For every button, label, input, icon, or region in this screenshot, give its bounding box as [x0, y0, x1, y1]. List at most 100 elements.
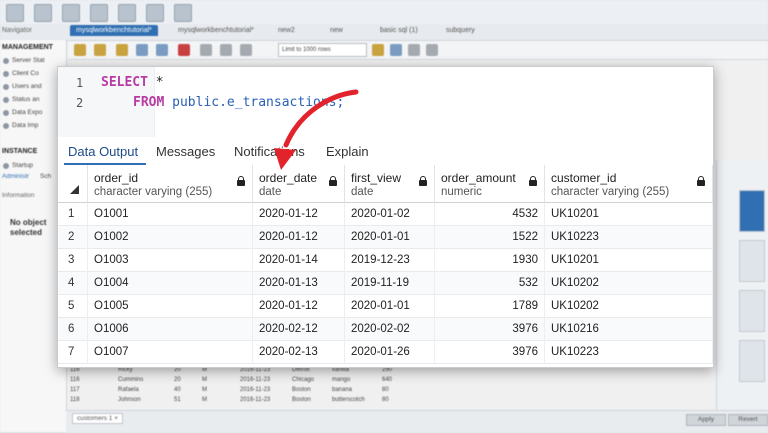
table-cell[interactable]: UK10202: [545, 295, 713, 318]
background-result-row[interactable]: 117 Rafaela 40 M 2016-11-23 Boston banana 80: [70, 387, 400, 396]
invisible-chars-icon[interactable]: [408, 44, 420, 56]
sidebar-item-data-export[interactable]: Data Expo: [12, 109, 42, 116]
table-row[interactable]: 7 O1007 2020-02-13 2020-01-26 3976 UK10223: [58, 341, 713, 364]
table-row[interactable]: 3 O1003 2020-01-14 2019-12-23 1930 UK10201: [58, 249, 713, 272]
sidebar-tab-schemas[interactable]: Sch: [40, 173, 51, 180]
table-cell[interactable]: 2020-02-13: [253, 341, 345, 364]
background-result-row[interactable]: 116 Cummins 20 M 2016-11-23 Chicago mango 640: [70, 377, 400, 386]
tab-messages[interactable]: Messages: [156, 144, 215, 159]
table-cell[interactable]: 2020-01-26: [345, 341, 435, 364]
toolbar-icon[interactable]: [62, 4, 80, 22]
tab-customers-result[interactable]: customers 1 ×: [72, 413, 124, 424]
table-cell[interactable]: 2019-12-23: [345, 249, 435, 272]
tab-data-output[interactable]: Data Output: [68, 144, 138, 159]
table-cell[interactable]: 1930: [435, 249, 545, 272]
table-cell[interactable]: O1005: [88, 295, 253, 318]
table-cell[interactable]: UK10201: [545, 249, 713, 272]
snippets-tab[interactable]: [739, 240, 765, 282]
table-cell[interactable]: 2020-01-12: [253, 203, 345, 226]
sql-editor[interactable]: 1 2 SELECT * FROM public.e_transactions;: [58, 67, 713, 138]
background-result-row[interactable]: 118 Johnson 51 M 2016-11-23 Boston butterscotc…: [70, 397, 400, 406]
table-cell[interactable]: 532: [435, 272, 545, 295]
table-row[interactable]: 1 O1001 2020-01-12 2020-01-02 4532 UK10201: [58, 203, 713, 226]
execution-plan-tab[interactable]: [739, 340, 765, 382]
table-row[interactable]: 5 O1005 2020-01-12 2020-01-01 1789 UK10202: [58, 295, 713, 318]
table-cell[interactable]: 2020-01-12: [253, 295, 345, 318]
toggle-icon[interactable]: [220, 44, 232, 56]
table-cell[interactable]: 2020-02-12: [253, 318, 345, 341]
select-all-corner[interactable]: [58, 165, 88, 203]
execute-icon[interactable]: [116, 44, 128, 56]
column-header-order-id[interactable]: order_id character varying (255): [88, 165, 253, 203]
tab-editor-6[interactable]: subquery: [446, 27, 475, 34]
column-header-customer-id[interactable]: customer_id character varying (255): [545, 165, 713, 203]
explain-icon[interactable]: [156, 44, 168, 56]
context-help-tab[interactable]: [739, 190, 765, 232]
toolbar-icon[interactable]: [34, 4, 52, 22]
tab-editor-4[interactable]: new: [330, 27, 343, 34]
revert-button[interactable]: Revert: [728, 414, 768, 426]
table-row[interactable]: 6 O1006 2020-02-12 2020-02-02 3976 UK10216: [58, 318, 713, 341]
sidebar-tab-administration[interactable]: Administr: [2, 173, 29, 180]
tab-editor-3[interactable]: new2: [278, 27, 295, 34]
sidebar-item-status[interactable]: Status an: [12, 96, 39, 103]
column-header-order-date[interactable]: order_date date: [253, 165, 345, 203]
search-icon[interactable]: [390, 44, 402, 56]
table-cell[interactable]: 2020-01-14: [253, 249, 345, 272]
table-cell[interactable]: 2020-01-12: [253, 226, 345, 249]
table-cell[interactable]: UK10223: [545, 341, 713, 364]
tab-editor-5[interactable]: basic sql (1): [380, 27, 418, 34]
sql-line-1[interactable]: SELECT *: [101, 75, 164, 90]
table-cell[interactable]: 4532: [435, 203, 545, 226]
table-cell[interactable]: O1002: [88, 226, 253, 249]
table-cell[interactable]: 2020-02-02: [345, 318, 435, 341]
sidebar-item-client-connections[interactable]: Client Co: [12, 70, 39, 77]
table-cell[interactable]: UK10201: [545, 203, 713, 226]
stop-icon[interactable]: [178, 44, 190, 56]
table-cell[interactable]: 3976: [435, 341, 545, 364]
table-cell[interactable]: 2020-01-02: [345, 203, 435, 226]
execute-current-icon[interactable]: [136, 44, 148, 56]
tab-notifications[interactable]: Notifications: [234, 144, 305, 159]
query-stats-tab[interactable]: [739, 290, 765, 332]
table-cell[interactable]: 2019-11-19: [345, 272, 435, 295]
apply-button[interactable]: Apply: [686, 414, 726, 426]
toolbar-icon[interactable]: [146, 4, 164, 22]
toggle-icon[interactable]: [200, 44, 212, 56]
column-header-order-amount[interactable]: order_amount numeric: [435, 165, 545, 203]
table-cell[interactable]: 2020-01-13: [253, 272, 345, 295]
table-cell[interactable]: O1006: [88, 318, 253, 341]
table-cell[interactable]: UK10216: [545, 318, 713, 341]
limit-rows-select[interactable]: Limit to 1000 rows: [278, 43, 367, 57]
table-cell[interactable]: 2020-01-01: [345, 226, 435, 249]
table-cell[interactable]: O1004: [88, 272, 253, 295]
open-file-icon[interactable]: [74, 44, 86, 56]
beautify-icon[interactable]: [372, 44, 384, 56]
toggle-icon[interactable]: [240, 44, 252, 56]
sql-line-2[interactable]: FROM public.e_transactions;: [133, 95, 344, 110]
column-header-first-view[interactable]: first_view date: [345, 165, 435, 203]
table-cell[interactable]: 3976: [435, 318, 545, 341]
table-cell[interactable]: O1007: [88, 341, 253, 364]
tab-editor-1[interactable]: mysqlworkbenchtutorial*: [70, 25, 158, 36]
table-cell[interactable]: 2020-01-01: [345, 295, 435, 318]
table-cell[interactable]: O1001: [88, 203, 253, 226]
tab-editor-2[interactable]: mysqlworkbenchtutorial*: [178, 27, 254, 34]
sidebar-item-users[interactable]: Users and: [12, 83, 42, 90]
background-result-row[interactable]: 116 Ricky 20 M 2016-11-23 Detroit vanilla 290: [70, 367, 400, 376]
table-cell[interactable]: 1789: [435, 295, 545, 318]
sidebar-item-server-status[interactable]: Server Stat: [12, 57, 45, 64]
table-cell[interactable]: UK10223: [545, 226, 713, 249]
toolbar-icon[interactable]: [174, 4, 192, 22]
toolbar-icon[interactable]: [6, 4, 24, 22]
save-icon[interactable]: [94, 44, 106, 56]
sidebar-item-data-import[interactable]: Data Imp: [12, 122, 38, 129]
table-cell[interactable]: UK10202: [545, 272, 713, 295]
wrap-icon[interactable]: [426, 44, 438, 56]
table-cell[interactable]: O1003: [88, 249, 253, 272]
sidebar-item-startup[interactable]: Startup: [12, 162, 33, 169]
toolbar-icon[interactable]: [118, 4, 136, 22]
table-row[interactable]: 4 O1004 2020-01-13 2019-11-19 532 UK10202: [58, 272, 713, 295]
toolbar-icon[interactable]: [90, 4, 108, 22]
tab-explain[interactable]: Explain: [326, 144, 369, 159]
